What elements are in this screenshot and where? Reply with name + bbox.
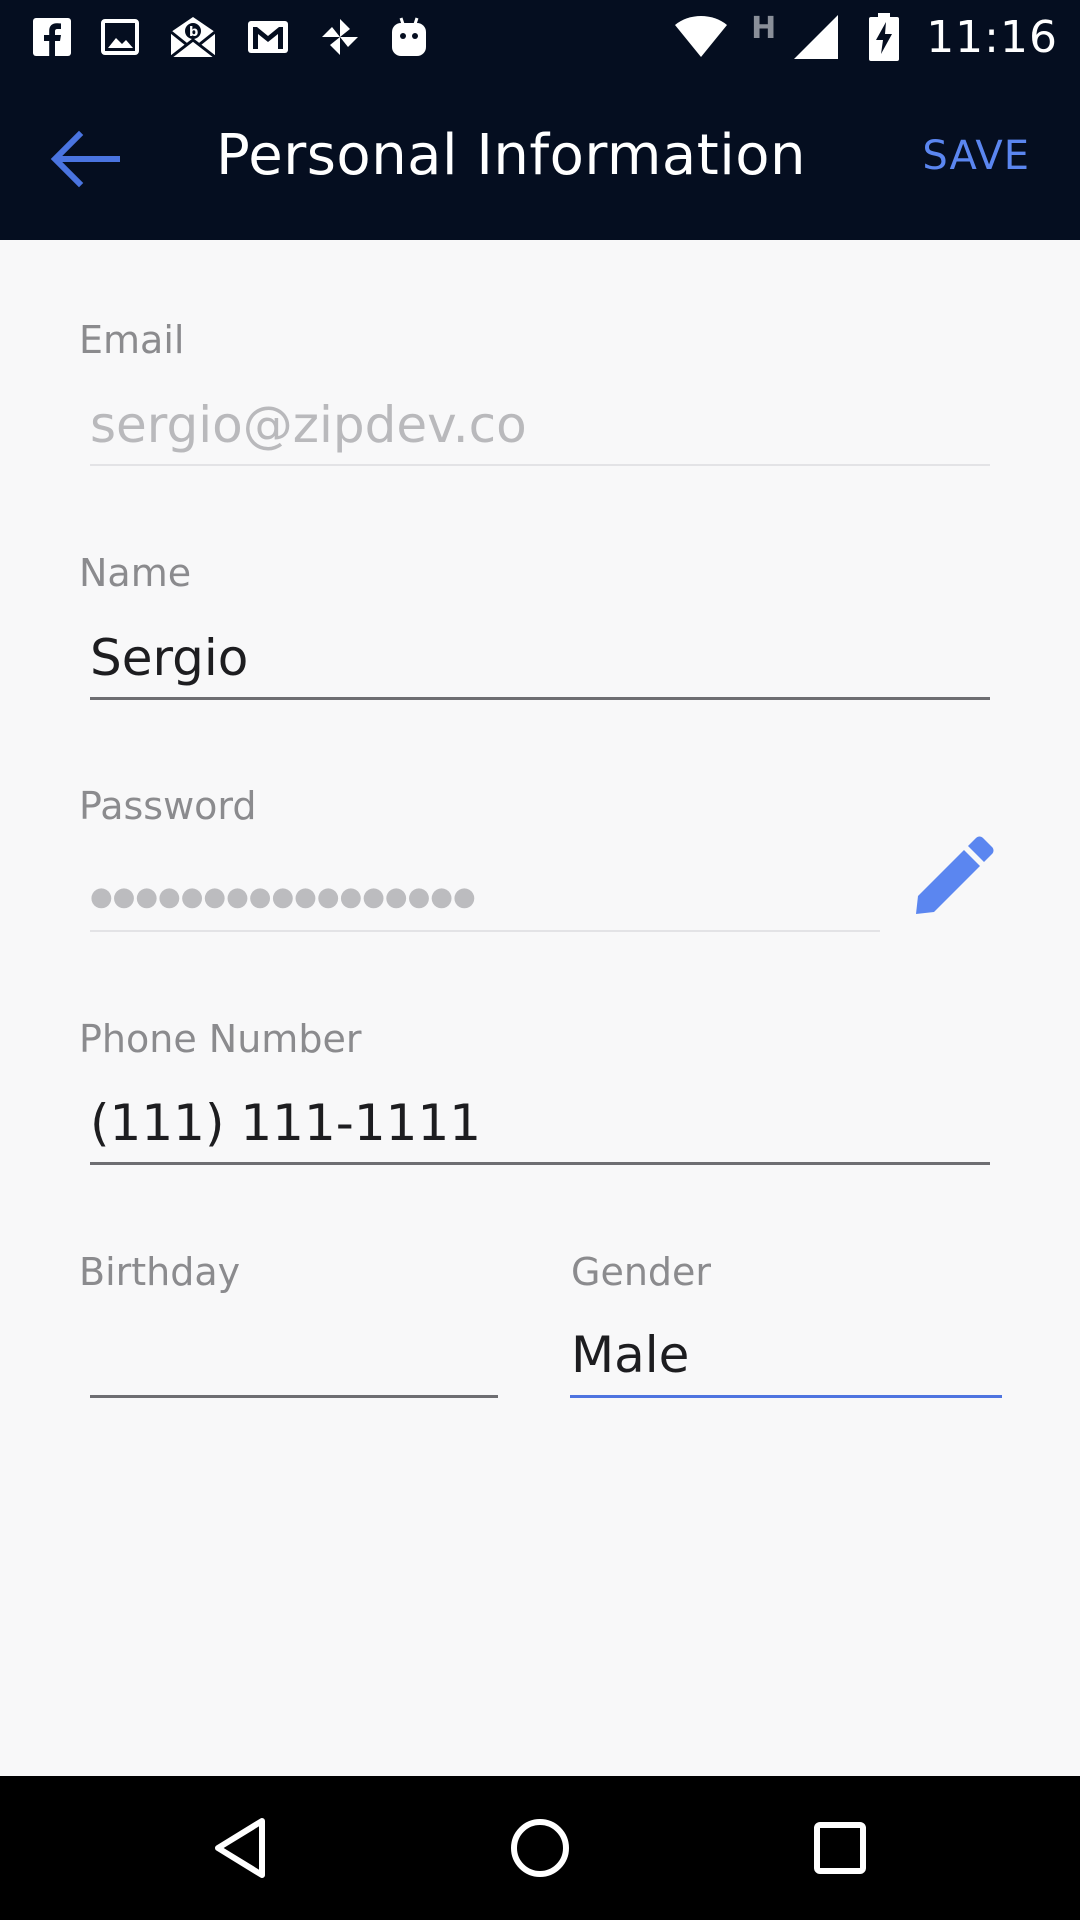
phone-field[interactable]: (111) 111-1111 (90, 1094, 481, 1152)
gender-label: Gender (571, 1250, 712, 1294)
birthday-underline[interactable] (90, 1395, 498, 1398)
battery-charging-icon (869, 13, 900, 61)
nav-home-button[interactable] (504, 1812, 576, 1884)
gmail-icon (248, 21, 288, 53)
email-label: Email (79, 318, 185, 362)
notification-icons: b (32, 12, 428, 62)
android-icon (392, 17, 426, 56)
pencil-icon (916, 836, 994, 914)
password-field: ●●●●●●●●●●●●●●●●● (90, 882, 476, 912)
gender-field[interactable]: Male (571, 1326, 689, 1384)
phone-underline (90, 1162, 990, 1165)
svg-text:b: b (189, 25, 198, 40)
screen: b H 11:16 Personal Information SAVE Emai… (0, 0, 1080, 1920)
nav-recents-button[interactable] (804, 1812, 876, 1884)
status-bar: b H 11:16 (0, 0, 1080, 75)
wifi-icon (675, 16, 728, 57)
pinwheel-icon (322, 19, 358, 55)
name-label: Name (79, 551, 192, 595)
mail-open-icon: b (170, 17, 216, 59)
network-type: H (751, 10, 777, 46)
save-button[interactable]: SAVE (922, 133, 1030, 179)
gallery-icon (101, 19, 139, 55)
password-label: Password (79, 784, 257, 828)
gender-underline[interactable] (570, 1395, 1002, 1398)
system-icons: H 11:16 (673, 10, 1058, 64)
arrow-back-icon (50, 130, 120, 188)
edit-password-button[interactable] (912, 836, 994, 918)
page-title: Personal Information (216, 123, 807, 188)
app-toolbar: Personal Information SAVE (0, 75, 1080, 240)
nav-back-button[interactable] (204, 1812, 276, 1884)
recents-square-icon (814, 1822, 866, 1874)
phone-label: Phone Number (79, 1017, 362, 1061)
email-underline (90, 464, 990, 466)
birthday-label: Birthday (79, 1250, 241, 1294)
facebook-icon (33, 18, 71, 57)
back-button[interactable] (40, 119, 130, 199)
name-field[interactable]: Sergio (90, 629, 248, 687)
email-field: sergio@zipdev.co (90, 396, 527, 454)
home-circle-icon (511, 1819, 569, 1877)
status-time: 11:16 (926, 11, 1058, 63)
signal-icon (794, 15, 839, 59)
password-underline (90, 930, 880, 932)
back-triangle-icon (215, 1818, 265, 1878)
navigation-bar (0, 1776, 1080, 1920)
name-underline (90, 697, 990, 700)
